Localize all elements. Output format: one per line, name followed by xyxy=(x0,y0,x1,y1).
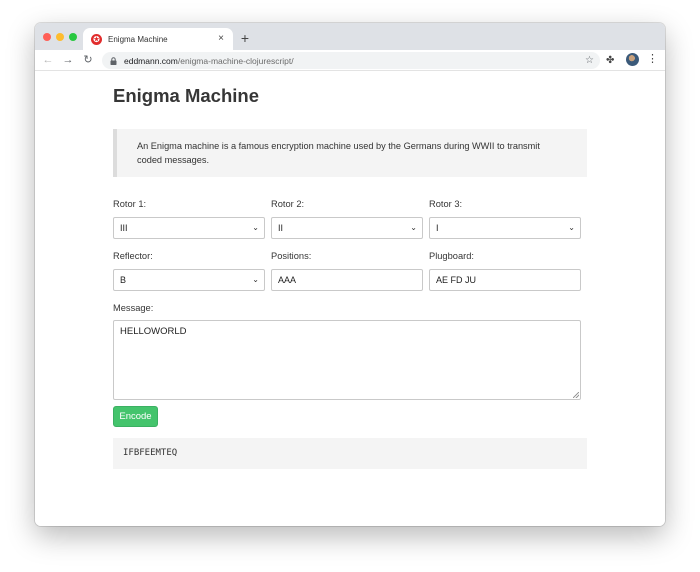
message-textarea[interactable]: HELLOWORLD xyxy=(113,320,581,400)
rotor2-value: II xyxy=(278,223,284,233)
maximize-window-button[interactable] xyxy=(69,33,77,41)
bookmark-star-icon[interactable]: ☆ xyxy=(585,54,594,67)
tab-strip: ✪ Enigma Machine × + xyxy=(35,23,665,50)
chevron-down-icon: ⌄ xyxy=(410,223,417,232)
plugboard-input[interactable]: AE FD JU xyxy=(429,269,581,291)
rotor2-label: Rotor 2: xyxy=(271,199,305,209)
encode-button[interactable]: Encode xyxy=(113,406,158,427)
page-title: Enigma Machine xyxy=(113,85,259,106)
message-value: HELLOWORLD xyxy=(120,326,187,337)
resize-handle[interactable] xyxy=(573,392,579,398)
url-path: /enigma-machine-clojurescript/ xyxy=(177,55,294,66)
rotor3-select[interactable]: I ⌄ xyxy=(429,217,581,239)
browser-toolbar: ← → ↻ eddmann.com/enigma-machine-clojure… xyxy=(35,50,665,71)
kebab-menu-icon[interactable]: ⋮ xyxy=(647,53,658,66)
plugboard-label: Plugboard: xyxy=(429,251,474,261)
chevron-down-icon: ⌄ xyxy=(568,223,575,232)
profile-avatar[interactable] xyxy=(626,53,639,66)
tab-title: Enigma Machine xyxy=(108,34,168,44)
encoded-output: IFBFEEMTEQ xyxy=(113,438,587,469)
chevron-down-icon: ⌄ xyxy=(252,223,259,232)
positions-label: Positions: xyxy=(271,251,312,261)
page-content: Enigma Machine An Enigma machine is a fa… xyxy=(35,71,665,526)
url-host: eddmann.com xyxy=(124,55,178,66)
rotor1-value: III xyxy=(120,223,128,233)
plugboard-value: AE FD JU xyxy=(436,275,477,285)
reflector-label: Reflector: xyxy=(113,251,153,261)
reflector-value: B xyxy=(120,275,127,285)
reload-icon[interactable]: ↻ xyxy=(81,53,95,67)
positions-value: AAA xyxy=(278,275,297,285)
url-text: eddmann.com/enigma-machine-clojurescript… xyxy=(124,56,294,66)
rotor2-select[interactable]: II ⌄ xyxy=(271,217,423,239)
close-window-button[interactable] xyxy=(43,33,51,41)
rotor3-label: Rotor 3: xyxy=(429,199,463,209)
rotor3-value: I xyxy=(436,223,439,233)
address-bar[interactable]: eddmann.com/enigma-machine-clojurescript… xyxy=(102,52,600,69)
message-label: Message: xyxy=(113,303,154,313)
back-icon[interactable]: ← xyxy=(41,53,55,67)
extensions-puzzle-icon[interactable]: ✤ xyxy=(606,54,614,67)
new-tab-button[interactable]: + xyxy=(238,30,252,46)
forward-icon[interactable]: → xyxy=(61,53,75,67)
rotor1-label: Rotor 1: xyxy=(113,199,147,209)
positions-input[interactable]: AAA xyxy=(271,269,423,291)
tab-enigma-machine[interactable]: ✪ Enigma Machine × xyxy=(83,28,233,50)
reflector-select[interactable]: B ⌄ xyxy=(113,269,265,291)
minimize-window-button[interactable] xyxy=(56,33,64,41)
close-tab-icon[interactable]: × xyxy=(215,33,227,45)
favicon-icon: ✪ xyxy=(91,33,102,45)
rotor1-select[interactable]: III ⌄ xyxy=(113,217,265,239)
intro-blockquote: An Enigma machine is a famous encryption… xyxy=(113,129,587,177)
browser-window: ✪ Enigma Machine × + ← → ↻ eddmann.com/e… xyxy=(35,23,665,526)
lock-icon xyxy=(110,56,117,65)
chevron-down-icon: ⌄ xyxy=(252,275,259,284)
